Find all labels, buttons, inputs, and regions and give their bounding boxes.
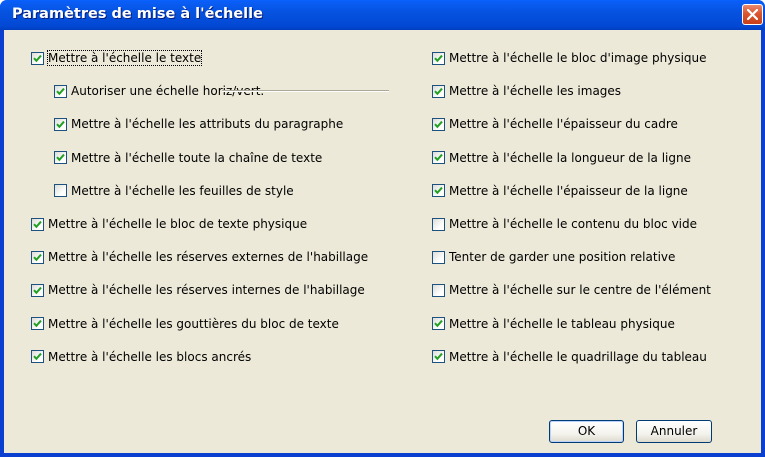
option-label: Tenter de garder une position relative (449, 250, 676, 265)
checkmark-icon (434, 54, 443, 62)
dialog-title: Paramètres de mise à l'échelle (12, 6, 263, 22)
checkmark-icon (33, 220, 42, 228)
separator-line (222, 90, 389, 92)
checkmark-icon (33, 286, 42, 295)
close-icon (747, 9, 758, 20)
checkmark-icon (434, 154, 443, 162)
option-row[interactable]: Mettre à l'échelle le bloc d'image physi… (432, 49, 707, 67)
option-label: Mettre à l'échelle l'épaisseur de la lig… (449, 183, 688, 198)
option-label: Mettre à l'échelle sur le centre de l'él… (449, 283, 711, 298)
option-row[interactable]: Mettre à l'échelle sur le centre de l'él… (432, 281, 711, 299)
option-row[interactable]: Mettre à l'échelle les gouttières du blo… (31, 315, 339, 333)
option-label: Mettre à l'échelle les attributs du para… (71, 117, 344, 132)
option-row[interactable]: Mettre à l'échelle l'épaisseur de la lig… (432, 182, 688, 200)
checkbox-checked[interactable] (54, 84, 67, 98)
checkbox-checked[interactable] (432, 51, 445, 65)
checkbox-checked[interactable] (31, 350, 44, 364)
option-label: Mettre à l'échelle l'épaisseur du cadre (449, 117, 678, 132)
option-row[interactable]: Mettre à l'échelle les réserves internes… (31, 281, 365, 299)
option-label: Mettre à l'échelle les gouttières du blo… (48, 316, 339, 331)
checkbox-checked[interactable] (54, 117, 67, 131)
option-label: Mettre à l'échelle la longueur de la lig… (449, 150, 691, 165)
option-row[interactable]: Mettre à l'échelle les réserves externes… (31, 248, 368, 266)
checkbox-checked[interactable] (31, 317, 44, 331)
option-label: Mettre à l'échelle les blocs ancrés (48, 349, 252, 364)
option-label: Mettre à l'échelle les réserves internes… (48, 283, 365, 298)
checkbox-checked[interactable] (31, 283, 44, 297)
option-row[interactable]: Mettre à l'échelle le quadrillage du tab… (432, 348, 707, 366)
title-bar[interactable]: Paramètres de mise à l'échelle (0, 0, 765, 30)
option-row[interactable]: Mettre à l'échelle le tableau physique (432, 315, 675, 333)
checkbox-checked[interactable] (31, 217, 44, 231)
checkbox-checked[interactable] (31, 51, 44, 65)
close-button[interactable] (742, 4, 763, 25)
option-label: Mettre à l'échelle les images (449, 84, 622, 99)
checkbox-unchecked[interactable] (432, 217, 445, 231)
option-label: Mettre à l'échelle le bloc de texte phys… (48, 217, 308, 231)
checkbox-unchecked[interactable] (54, 184, 67, 198)
checkbox-unchecked[interactable] (432, 283, 445, 297)
option-label: Mettre à l'échelle le texte (46, 50, 203, 66)
dialog-content: Mettre à l'échelle le texte Autoriser une… (4, 30, 761, 453)
scaling-settings-dialog: Paramètres de mise à l'échelle Mettre à … (0, 0, 765, 457)
option-label: Mettre à l'échelle le contenu du bloc vi… (449, 217, 698, 231)
option-row[interactable]: Mettre à l'échelle les images (432, 82, 621, 100)
checkmark-icon (33, 353, 42, 361)
checkbox-checked[interactable] (432, 151, 445, 165)
checkmark-icon (434, 187, 443, 195)
option-label: Mettre à l'échelle le quadrillage du tab… (449, 349, 707, 364)
ok-button[interactable]: OK (549, 420, 624, 443)
checkmark-icon (56, 154, 65, 162)
checkbox-checked[interactable] (432, 350, 445, 364)
option-row[interactable]: Mettre à l'échelle la longueur de la lig… (432, 149, 691, 167)
option-row[interactable]: Mettre à l'échelle toute la chaîne de te… (54, 149, 322, 167)
checkbox-checked[interactable] (432, 184, 445, 198)
option-row[interactable]: Mettre à l'échelle l'épaisseur du cadre (432, 115, 678, 133)
option-label: Mettre à l'échelle le tableau physique (449, 316, 675, 331)
option-label: Mettre à l'échelle les réserves externes… (48, 250, 369, 265)
checkbox-checked[interactable] (432, 117, 445, 131)
option-row[interactable]: Tenter de garder une position relative (432, 248, 675, 266)
option-label: Mettre à l'échelle les feuilles de style (71, 183, 294, 198)
checkmark-icon (33, 253, 42, 261)
checkbox-checked[interactable] (31, 250, 44, 264)
option-row[interactable]: Mettre à l'échelle le bloc de texte phys… (31, 215, 307, 233)
checkbox-checked[interactable] (432, 84, 445, 98)
option-row[interactable]: Mettre à l'échelle les feuilles de style (54, 182, 294, 200)
checkmark-icon (434, 320, 443, 328)
checkmark-icon (33, 54, 42, 62)
option-label: Mettre à l'échelle toute la chaîne de te… (71, 150, 323, 165)
checkmark-icon (56, 120, 65, 129)
cancel-button[interactable]: Annuler (636, 420, 712, 443)
option-row[interactable]: Mettre à l'échelle les attributs du para… (54, 115, 343, 133)
checkbox-checked[interactable] (54, 151, 67, 165)
option-row[interactable]: Mettre à l'échelle les blocs ancrés (31, 348, 251, 366)
checkbox-checked[interactable] (432, 317, 445, 331)
checkmark-icon (434, 120, 443, 129)
option-label: Mettre à l'échelle le bloc d'image physi… (449, 51, 707, 65)
option-row[interactable]: Mettre à l'échelle le texte (31, 49, 203, 67)
checkmark-icon (434, 353, 443, 361)
checkmark-icon (56, 87, 65, 95)
checkmark-icon (33, 320, 42, 328)
checkmark-icon (434, 87, 443, 95)
checkbox-unchecked[interactable] (432, 250, 445, 264)
option-row[interactable]: Mettre à l'échelle le contenu du bloc vi… (432, 215, 697, 233)
